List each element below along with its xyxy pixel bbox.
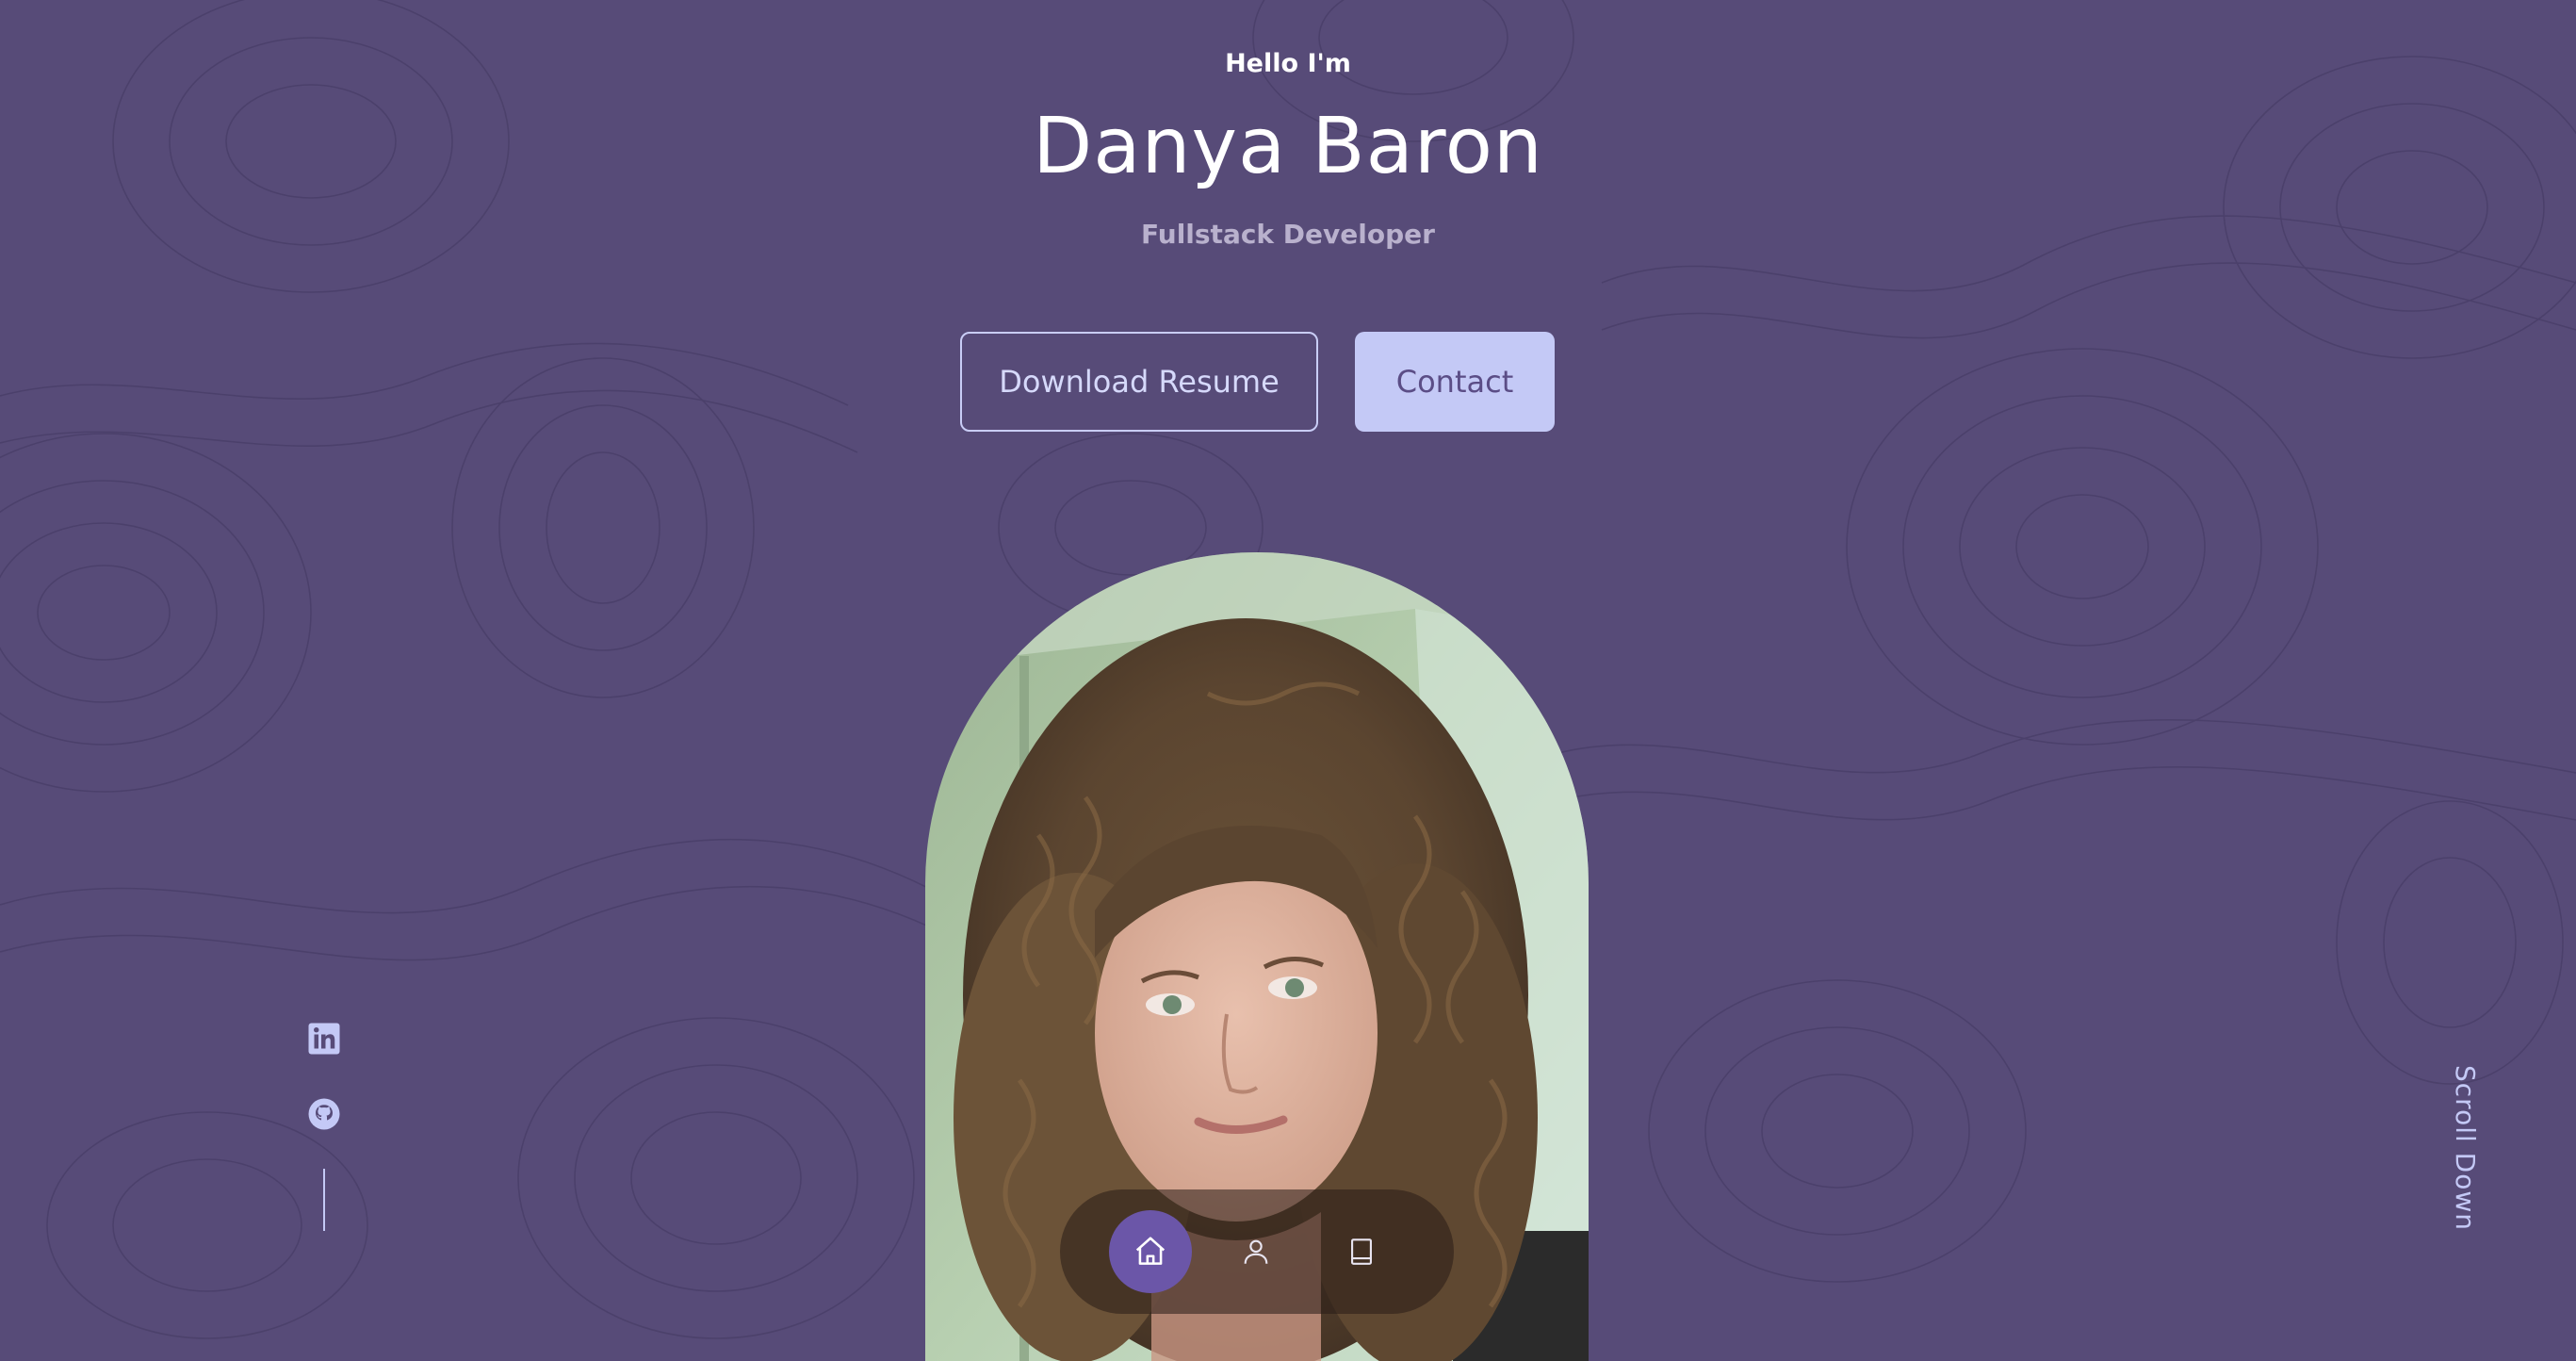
user-icon: [1244, 1239, 1268, 1264]
linkedin-icon: [308, 1023, 340, 1055]
scroll-down-link[interactable]: Scroll Down: [2450, 1065, 2481, 1231]
download-resume-button[interactable]: Download Resume: [960, 332, 1318, 432]
page-title: Danya Baron: [1033, 102, 1543, 191]
greeting-text: Hello I'm: [1225, 49, 1351, 78]
linkedin-link[interactable]: [307, 1022, 341, 1056]
role-subtitle: Fullstack Developer: [1141, 219, 1435, 250]
github-link[interactable]: [307, 1097, 341, 1131]
nav-home-button[interactable]: [1109, 1210, 1192, 1293]
book-icon: [1351, 1238, 1372, 1265]
github-icon: [308, 1098, 340, 1130]
nav-about-button[interactable]: [1215, 1210, 1297, 1293]
home-icon: [1135, 1237, 1166, 1265]
bottom-nav-dock: [1060, 1189, 1454, 1314]
social-divider-line: [323, 1169, 325, 1231]
contact-button[interactable]: Contact: [1355, 332, 1555, 432]
nav-work-button[interactable]: [1320, 1210, 1403, 1293]
